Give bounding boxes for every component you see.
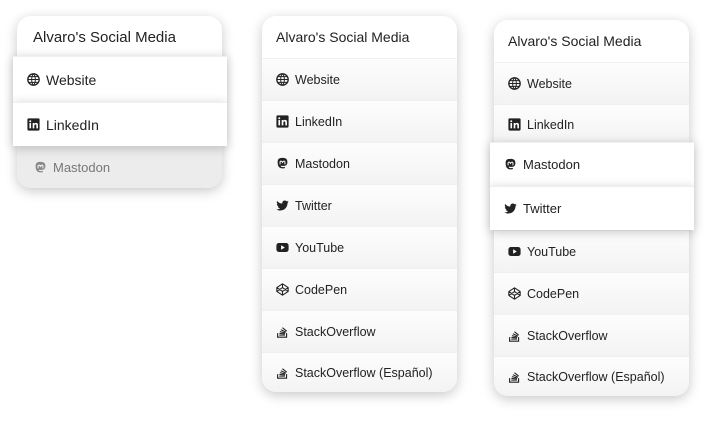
globe-icon — [508, 77, 521, 90]
globe-icon — [276, 73, 289, 86]
menu-item-label: CodePen — [527, 286, 580, 301]
mastodon-icon — [504, 158, 517, 171]
menu-item-codepen[interactable]: CodePen — [494, 272, 689, 314]
menu-item-label: LinkedIn — [527, 117, 575, 132]
menu-item-label: StackOverflow (Español) — [527, 369, 665, 384]
card-title: Alvaro's Social Media — [33, 29, 176, 46]
menu-item-label: LinkedIn — [295, 114, 343, 129]
menu-item-youtube[interactable]: YouTube — [494, 230, 689, 272]
youtube-icon — [508, 245, 521, 258]
menu-item-label: YouTube — [295, 240, 345, 255]
linkedin-icon — [276, 115, 289, 128]
menu-item-stackoverflow-es[interactable]: StackOverflow (Español) — [494, 356, 689, 396]
social-card-2: Alvaro's Social Media Website LinkedIn M… — [262, 16, 457, 392]
menu-item-label: Mastodon — [523, 157, 581, 172]
globe-icon — [27, 73, 40, 86]
linkedin-icon — [27, 118, 40, 131]
stackoverflow-icon — [508, 329, 521, 342]
menu-item-website[interactable]: Website — [262, 58, 457, 100]
menu-item-twitter[interactable]: Twitter — [490, 186, 694, 230]
menu-item-label: LinkedIn — [46, 116, 99, 133]
mastodon-icon — [276, 157, 289, 170]
menu-item-stackoverflow[interactable]: StackOverflow — [262, 310, 457, 352]
social-card-1: Alvaro's Social Media Website LinkedIn M… — [13, 16, 227, 188]
menu-item-mastodon[interactable]: Mastodon — [262, 142, 457, 184]
stackoverflow-icon — [508, 370, 521, 383]
menu-item-twitter[interactable]: Twitter — [262, 184, 457, 226]
menu-item-label: Website — [527, 76, 572, 91]
menu-item-label: StackOverflow (Español) — [295, 365, 433, 380]
card-title: Alvaro's Social Media — [508, 33, 642, 49]
codepen-icon — [276, 283, 289, 296]
menu-item-linkedin[interactable]: LinkedIn — [13, 102, 227, 146]
menu-item-website[interactable]: Website — [494, 62, 689, 104]
menu-item-linkedin[interactable]: LinkedIn — [494, 104, 689, 144]
codepen-icon — [508, 287, 521, 300]
menu-item-label: Website — [46, 71, 97, 88]
menu-item-label: Mastodon — [295, 156, 350, 171]
menu-item-mastodon[interactable]: Mastodon — [17, 146, 222, 188]
linkedin-icon — [508, 118, 521, 131]
menu-item-stackoverflow[interactable]: StackOverflow — [494, 314, 689, 356]
menu-item-label: Twitter — [523, 201, 562, 216]
twitter-icon — [504, 202, 517, 215]
menu-item-label: Website — [295, 72, 340, 87]
menu-item-mastodon[interactable]: Mastodon — [490, 142, 694, 186]
menu-item-label: YouTube — [527, 244, 577, 259]
menu-item-label: StackOverflow — [295, 324, 376, 339]
menu-item-codepen[interactable]: CodePen — [262, 268, 457, 310]
twitter-icon — [276, 199, 289, 212]
stackoverflow-icon — [276, 366, 289, 379]
social-card-3: Alvaro's Social Media Website LinkedIn M… — [490, 20, 694, 396]
menu-item-youtube[interactable]: YouTube — [262, 226, 457, 268]
menu-item-label: Twitter — [295, 198, 332, 213]
card-title: Alvaro's Social Media — [276, 29, 410, 45]
stackoverflow-icon — [276, 325, 289, 338]
menu-item-label: Mastodon — [53, 160, 111, 175]
mastodon-icon — [34, 161, 47, 174]
menu-item-stackoverflow-es[interactable]: StackOverflow (Español) — [262, 352, 457, 392]
youtube-icon — [276, 241, 289, 254]
menu-item-label: StackOverflow — [527, 328, 608, 343]
menu-item-linkedin[interactable]: LinkedIn — [262, 100, 457, 142]
menu-item-label: CodePen — [295, 282, 348, 297]
menu-item-website[interactable]: Website — [13, 56, 227, 102]
